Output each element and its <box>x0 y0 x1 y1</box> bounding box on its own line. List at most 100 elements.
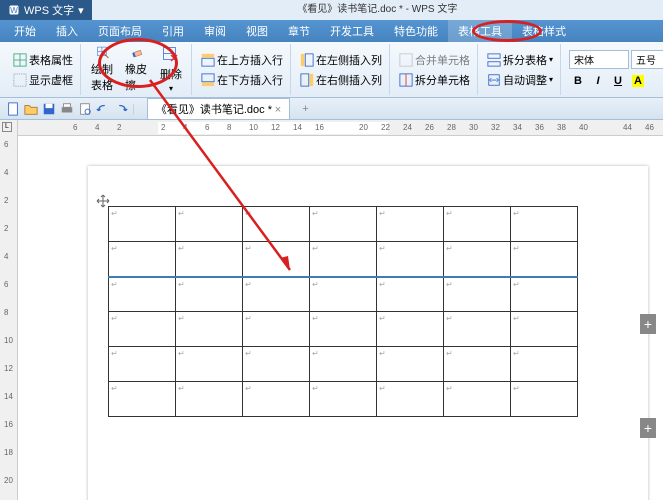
draw-table-button[interactable]: 绘制表格 <box>87 44 119 95</box>
table-cell[interactable]: ↵ <box>243 277 310 312</box>
close-tab-icon[interactable]: × <box>275 104 281 116</box>
table-row[interactable]: ↵↵↵↵↵↵↵ <box>109 312 578 347</box>
table-cell[interactable]: ↵ <box>310 382 377 417</box>
vertical-ruler: L 6422468101214161820 <box>0 120 18 500</box>
insert-col-right-button[interactable]: 在右侧插入列 <box>297 71 385 89</box>
table-cell[interactable]: ↵ <box>109 382 176 417</box>
table-cell[interactable]: ↵ <box>511 312 578 347</box>
redo-icon[interactable] <box>114 102 128 116</box>
add-row-button[interactable]: + <box>640 418 656 438</box>
autofit-button[interactable]: 自动调整▾ <box>484 71 556 89</box>
menu-table-tools[interactable]: 表格工具 <box>448 20 512 42</box>
highlight-button[interactable]: A <box>629 72 647 90</box>
new-doc-icon[interactable] <box>6 102 20 116</box>
menu-references[interactable]: 引用 <box>152 20 194 42</box>
underline-button[interactable]: U <box>609 72 627 90</box>
table-cell[interactable]: ↵ <box>444 277 511 312</box>
svg-text:W: W <box>10 6 18 15</box>
table-cell[interactable]: ↵ <box>176 277 243 312</box>
table-cell[interactable]: ↵ <box>511 242 578 277</box>
table-cell[interactable]: ↵ <box>310 347 377 382</box>
menu-start[interactable]: 开始 <box>4 20 46 42</box>
table-row[interactable]: ↵↵↵↵↵↵↵ <box>109 207 578 242</box>
table-cell[interactable]: ↵ <box>511 382 578 417</box>
bold-button[interactable]: B <box>569 72 587 90</box>
table-cell[interactable]: ↵ <box>444 347 511 382</box>
table-cell[interactable]: ↵ <box>243 347 310 382</box>
save-icon[interactable] <box>42 102 56 116</box>
table-cell[interactable]: ↵ <box>109 347 176 382</box>
table-row[interactable]: ↵↵↵↵↵↵↵ <box>109 347 578 382</box>
menu-table-styles[interactable]: 表格样式 <box>512 20 576 42</box>
insert-row-above-button[interactable]: 在上方插入行 <box>198 51 286 69</box>
table-cell[interactable]: ↵ <box>310 312 377 347</box>
table-cell[interactable]: ↵ <box>243 242 310 277</box>
table-cell[interactable]: ↵ <box>243 312 310 347</box>
undo-icon[interactable] <box>96 102 110 116</box>
table-cell[interactable]: ↵ <box>109 207 176 242</box>
document-canvas[interactable]: ↵↵↵↵↵↵↵↵↵↵↵↵↵↵↵↵↵↵↵↵↵↵↵↵↵↵↵↵↵↵↵↵↵↵↵↵↵↵↵↵… <box>18 136 663 500</box>
menu-dev-tools[interactable]: 开发工具 <box>320 20 384 42</box>
table-cell[interactable]: ↵ <box>176 312 243 347</box>
table-cell[interactable]: ↵ <box>176 347 243 382</box>
split-cells-button[interactable]: 拆分单元格 <box>396 71 473 89</box>
add-column-button[interactable]: + <box>640 314 656 334</box>
table-cell[interactable]: ↵ <box>377 277 444 312</box>
table-cell[interactable]: ↵ <box>444 242 511 277</box>
app-menu[interactable]: W WPS 文字 ▾ <box>0 0 92 20</box>
table-properties-button[interactable]: 表格属性 <box>10 51 76 69</box>
font-size-select[interactable]: 五号 <box>631 50 663 69</box>
dropdown-icon: ▾ <box>169 84 173 93</box>
ribbon: 表格属性 显示虚框 绘制表格 橡皮擦 删除▾ 在上方插入行 在下方插入行 在左侧… <box>0 42 663 98</box>
table-cell[interactable]: ↵ <box>109 277 176 312</box>
menu-review[interactable]: 审阅 <box>194 20 236 42</box>
table-move-handle-icon[interactable] <box>96 194 110 208</box>
table-cell[interactable]: ↵ <box>310 277 377 312</box>
font-name-select[interactable]: 宋体 <box>569 50 629 69</box>
new-tab-button[interactable]: + <box>302 103 308 115</box>
table-cell[interactable]: ↵ <box>444 312 511 347</box>
table-cell[interactable]: ↵ <box>310 207 377 242</box>
l-marker: L <box>2 122 12 132</box>
table-cell[interactable]: ↵ <box>511 347 578 382</box>
split-table-button[interactable]: 拆分表格▾ <box>484 51 556 69</box>
table-cell[interactable]: ↵ <box>109 242 176 277</box>
table-cell[interactable]: ↵ <box>176 242 243 277</box>
italic-button[interactable]: I <box>589 72 607 90</box>
insert-col-left-button[interactable]: 在左侧插入列 <box>297 51 385 69</box>
menu-page-layout[interactable]: 页面布局 <box>88 20 152 42</box>
table-cell[interactable]: ↵ <box>176 207 243 242</box>
insert-row-below-button[interactable]: 在下方插入行 <box>198 71 286 89</box>
table-row[interactable]: ↵↵↵↵↵↵↵ <box>109 277 578 312</box>
show-gridlines-button[interactable]: 显示虚框 <box>10 71 76 89</box>
menu-view[interactable]: 视图 <box>236 20 278 42</box>
document-tab[interactable]: 《看见》读书笔记.doc * × <box>147 98 290 120</box>
table-cell[interactable]: ↵ <box>377 382 444 417</box>
open-icon[interactable] <box>24 102 38 116</box>
table-cell[interactable]: ↵ <box>377 347 444 382</box>
table-cell[interactable]: ↵ <box>444 207 511 242</box>
menu-insert[interactable]: 插入 <box>46 20 88 42</box>
table-row[interactable]: ↵↵↵↵↵↵↵ <box>109 382 578 417</box>
table-cell[interactable]: ↵ <box>377 242 444 277</box>
table-row[interactable]: ↵↵↵↵↵↵↵ <box>109 242 578 277</box>
table-cell[interactable]: ↵ <box>377 312 444 347</box>
menu-chapters[interactable]: 章节 <box>278 20 320 42</box>
table-cell[interactable]: ↵ <box>243 382 310 417</box>
print-icon[interactable] <box>60 102 74 116</box>
merge-cells-button[interactable]: 合并单元格 <box>396 51 473 69</box>
table-cell[interactable]: ↵ <box>243 207 310 242</box>
print-preview-icon[interactable] <box>78 102 92 116</box>
menu-special[interactable]: 特色功能 <box>384 20 448 42</box>
table-cell[interactable]: ↵ <box>377 207 444 242</box>
table-cell[interactable]: ↵ <box>310 242 377 277</box>
table-cell[interactable]: ↵ <box>444 382 511 417</box>
page: ↵↵↵↵↵↵↵↵↵↵↵↵↵↵↵↵↵↵↵↵↵↵↵↵↵↵↵↵↵↵↵↵↵↵↵↵↵↵↵↵… <box>88 166 648 500</box>
table-cell[interactable]: ↵ <box>511 277 578 312</box>
table-cell[interactable]: ↵ <box>511 207 578 242</box>
table[interactable]: ↵↵↵↵↵↵↵↵↵↵↵↵↵↵↵↵↵↵↵↵↵↵↵↵↵↵↵↵↵↵↵↵↵↵↵↵↵↵↵↵… <box>108 206 578 417</box>
eraser-button[interactable]: 橡皮擦 <box>121 44 153 95</box>
table-cell[interactable]: ↵ <box>176 382 243 417</box>
delete-button[interactable]: 删除▾ <box>155 44 187 95</box>
table-cell[interactable]: ↵ <box>109 312 176 347</box>
